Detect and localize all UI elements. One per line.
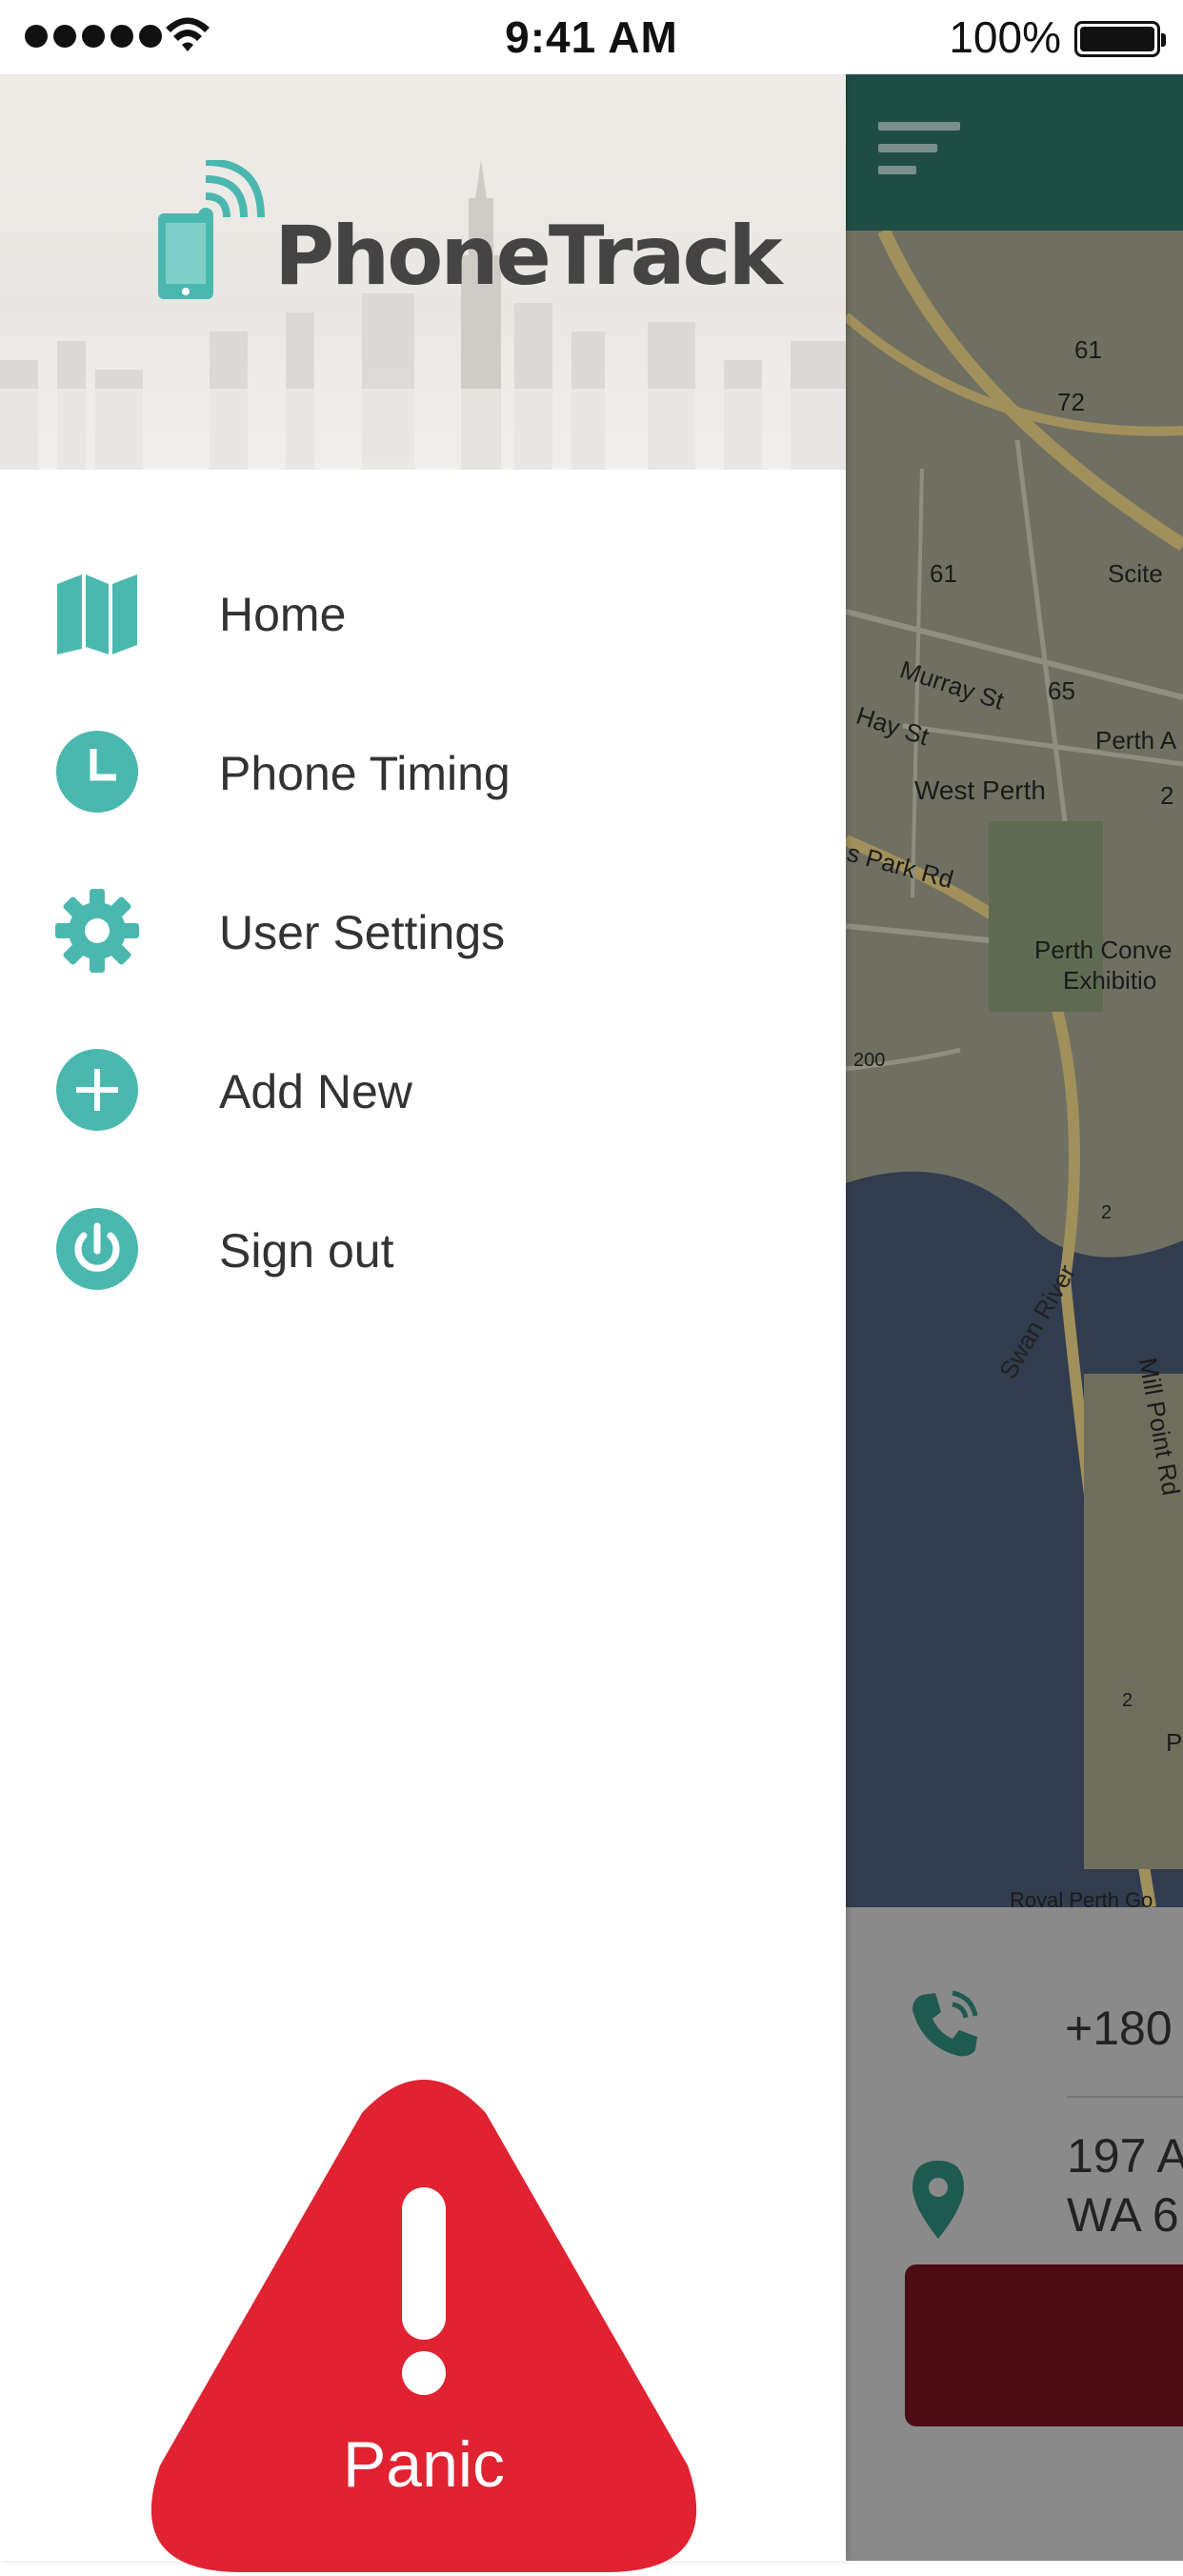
power-icon <box>56 1208 138 1290</box>
map-label: P <box>1166 1728 1183 1757</box>
hamburger-menu-icon[interactable] <box>878 122 960 188</box>
menu-item-label: User Settings <box>219 906 506 959</box>
map-label: 61 <box>1074 335 1102 364</box>
menu-item-label: Phone Timing <box>219 747 511 800</box>
battery-percentage: 100% <box>949 12 1061 62</box>
menu-item-label: Add New <box>219 1065 412 1118</box>
panic-action-button[interactable] <box>905 2264 1183 2426</box>
map-label: Perth Conve <box>1034 936 1173 964</box>
address-text: 197 A WA 6 <box>1067 2129 1183 2242</box>
battery-icon <box>1074 21 1166 57</box>
panic-label: Panic <box>342 2428 506 2501</box>
map-label: 2 <box>1122 1690 1133 1711</box>
status-bar: 9:41 AM 100% <box>0 0 1183 74</box>
drawer-header: PhoneTrack <box>0 74 846 470</box>
drawer-menu: Home Phone Timing User Settings Add New … <box>0 532 846 1327</box>
map-label: 2 <box>1101 1202 1113 1223</box>
gear-icon <box>55 889 139 973</box>
app-name: PhoneTrack <box>274 209 783 304</box>
location-pin-icon <box>912 2161 964 2239</box>
background-app[interactable]: 61 72 Scite 61 Murray St Hay St 65 Perth… <box>846 74 1183 2561</box>
menu-item-add-new[interactable]: Add New <box>0 1009 846 1168</box>
map-label: 2 <box>1160 781 1174 810</box>
clock-icon <box>56 731 138 813</box>
map-label: 72 <box>1057 388 1085 416</box>
app-header <box>846 74 1183 231</box>
menu-item-sign-out[interactable]: Sign out <box>0 1168 846 1327</box>
map-label: West Perth <box>914 775 1046 805</box>
map-label: Exhibitio <box>1063 966 1157 995</box>
phone-signal-logo-icon <box>158 160 265 299</box>
divider <box>1067 2096 1183 2098</box>
map-label: Perth A <box>1095 726 1177 755</box>
map-icon <box>57 574 137 654</box>
navigation-drawer: PhoneTrack Home Phone Timing User Settin… <box>0 74 846 2572</box>
phone-icon <box>912 1990 978 2057</box>
map-graphic <box>846 231 1183 1907</box>
phone-number-text: +180 <box>1065 2002 1173 2055</box>
menu-item-home[interactable]: Home <box>0 532 846 691</box>
map-label: 200 <box>853 1050 886 1071</box>
app-logo: PhoneTrack <box>156 160 783 304</box>
menu-item-label: Sign out <box>219 1224 394 1278</box>
menu-item-user-settings[interactable]: User Settings <box>0 850 846 1009</box>
map-label: 61 <box>930 559 957 588</box>
map-label: 65 <box>1048 676 1075 705</box>
menu-item-label: Home <box>219 588 347 641</box>
menu-item-phone-timing[interactable]: Phone Timing <box>0 691 846 850</box>
plus-icon <box>56 1049 138 1131</box>
map-view[interactable]: 61 72 Scite 61 Murray St Hay St 65 Perth… <box>846 231 1183 1907</box>
contact-card: +180 197 A WA 6 <box>846 1907 1183 2561</box>
map-label: Scite <box>1108 559 1163 588</box>
map-label: Royal Perth Go <box>1010 1888 1153 1907</box>
panic-button[interactable]: Panic <box>143 2075 705 2576</box>
